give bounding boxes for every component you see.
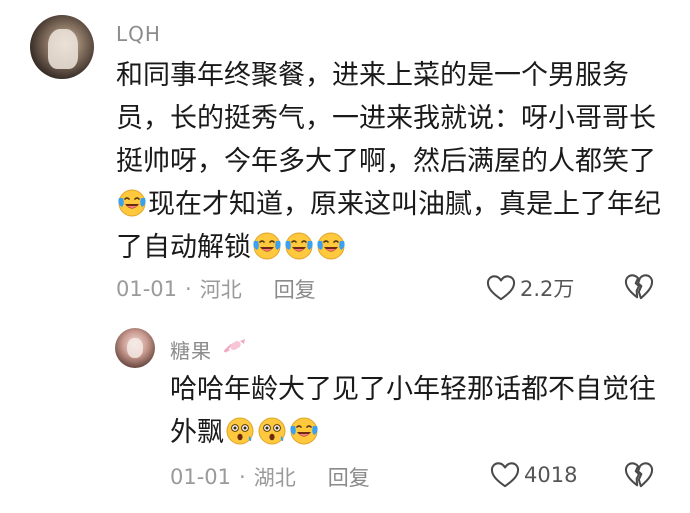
laugh-cry-emoji xyxy=(316,231,346,261)
username[interactable]: 糖果 xyxy=(170,335,212,364)
candy-badge-icon xyxy=(224,339,245,353)
heart-outline-icon xyxy=(486,274,516,302)
avatar-figure xyxy=(48,29,78,69)
comment-date: 01-01 xyxy=(116,277,178,301)
like-count: 4018 xyxy=(524,463,578,487)
reply-location: 湖北 xyxy=(253,466,296,490)
separator-dot: · xyxy=(185,277,192,301)
like-button[interactable]: 4018 xyxy=(490,461,577,489)
comment-text: 和同事年终聚餐，进来上菜的是一个男服务员，长的挺秀气，一进来我就说：呀小哥哥长挺… xyxy=(116,54,661,269)
laugh-cry-emoji xyxy=(252,231,282,261)
reply-text: 哈哈年龄大了见了小年轻那话都不自觉往外飘 xyxy=(170,368,660,454)
reply-date: 01-01 xyxy=(170,465,232,489)
broken-heart-icon[interactable] xyxy=(624,273,654,301)
laugh-cry-emoji xyxy=(117,188,147,218)
like-button[interactable]: 2.2万 xyxy=(486,273,574,303)
broken-heart-icon[interactable] xyxy=(624,461,654,489)
username[interactable]: LQH xyxy=(116,22,161,46)
surprised-emoji xyxy=(225,416,255,446)
comment-text-part-2: 现在才知道，原来这叫油腻，真是上了年纪了自动解锁 xyxy=(116,189,661,263)
reply-button[interactable]: 回复 xyxy=(328,462,370,492)
surprised-emoji xyxy=(257,416,287,446)
reply-button[interactable]: 回复 xyxy=(274,274,316,304)
avatar-figure xyxy=(127,338,143,358)
like-count: 2.2万 xyxy=(520,277,575,301)
heart-outline-icon xyxy=(490,461,520,489)
laugh-cry-emoji xyxy=(284,231,314,261)
avatar[interactable] xyxy=(115,328,155,368)
comment-meta: 01-01 · 河北 回复 xyxy=(116,274,316,304)
comment-location: 河北 xyxy=(199,278,242,302)
separator-dot: · xyxy=(239,465,246,489)
laugh-cry-emoji xyxy=(289,416,319,446)
avatar[interactable] xyxy=(30,15,94,79)
reply-meta: 01-01 · 湖北 回复 xyxy=(170,462,370,492)
comment-text-part-1: 和同事年终聚餐，进来上菜的是一个男服务员，长的挺秀气，一进来我就说：呀小哥哥长挺… xyxy=(116,60,656,177)
